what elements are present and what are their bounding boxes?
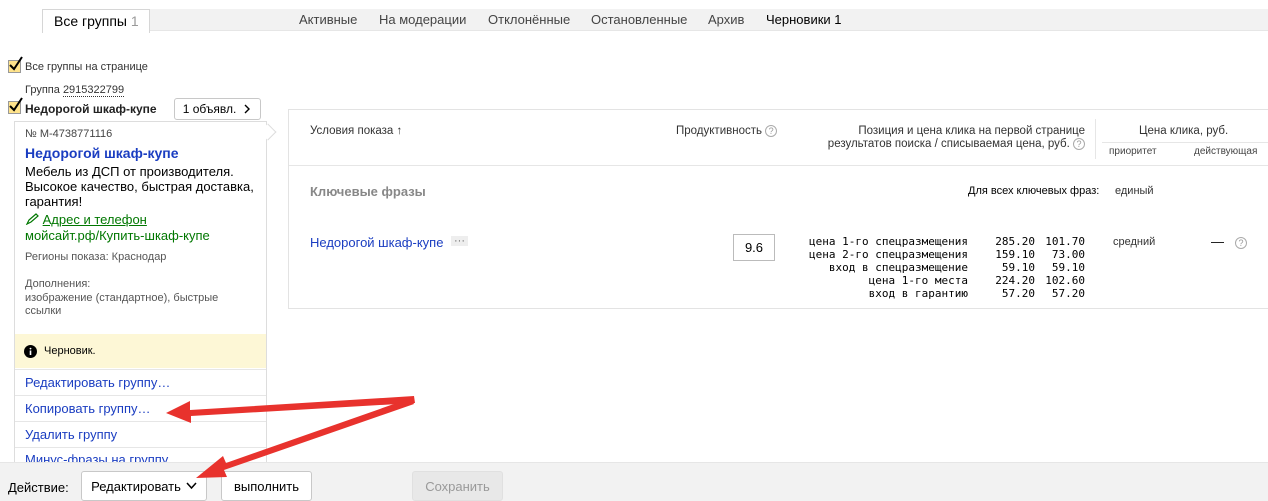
help-icon[interactable]: ? (1235, 237, 1247, 249)
ad-number: № M-4738771116 (25, 128, 113, 140)
group-name[interactable]: Недорогой шкаф-купе (25, 102, 157, 116)
all-phrases-value[interactable]: единый (1115, 185, 1154, 197)
ad-text: Мебель из ДСП от производителя. Высокое … (25, 164, 254, 209)
chevron-down-icon (186, 482, 197, 490)
select-all-label: Все группы на странице (25, 61, 148, 73)
bid-charged: 73.00 (1051, 248, 1085, 261)
group-status-tabs: Все группы 1 Активные На модерации Откло… (0, 0, 1268, 34)
bid-price: 59.10 (1001, 261, 1035, 274)
help-icon[interactable]: ? (1073, 138, 1085, 150)
bid-price: 285.20 (995, 235, 1035, 248)
ellipsis-icon[interactable]: ··· (451, 236, 468, 247)
bid-label: цена 1-го места (868, 274, 968, 287)
tab-active[interactable]: Активные (299, 12, 357, 27)
pencil-icon (25, 213, 39, 226)
bid-label: вход в гарантию (868, 287, 968, 300)
ad-extras: изображение (стандартное), быстрые ссылк… (25, 292, 219, 317)
draft-status-text: Черновик. (44, 345, 96, 357)
tab-moderation[interactable]: На модерации (379, 12, 466, 27)
delete-group-link[interactable]: Удалить группу (25, 427, 117, 442)
all-phrases-label: Для всех ключевых фраз: (968, 185, 1100, 197)
group-id: 2915322799 (62, 84, 125, 97)
bid-charged: 59.10 (1051, 261, 1085, 274)
info-icon (24, 345, 37, 358)
bid-label: вход в спецразмещение (828, 261, 968, 274)
tab-all-groups-count: 1 (130, 13, 139, 29)
col-effective-header: действующая (1194, 146, 1258, 157)
ad-title[interactable]: Недорогой шкаф-купе (25, 145, 179, 161)
divider (15, 369, 266, 370)
tab-all-groups-label: Все группы (54, 13, 127, 29)
arrow-up-icon: ↑ (396, 125, 403, 137)
bid-price: 159.10 (995, 248, 1035, 261)
save-button[interactable]: Сохранить (412, 471, 503, 501)
action-select[interactable]: Редактировать (81, 471, 207, 501)
priority-value[interactable]: средний (1113, 236, 1155, 248)
divider (15, 395, 266, 396)
group-id-label: Группа 2915322799 (25, 84, 125, 97)
action-label: Действие: (8, 480, 69, 495)
copy-group-link[interactable]: Копировать группу… (25, 401, 151, 416)
help-icon[interactable]: ? (765, 125, 778, 137)
productivity-input[interactable]: 9.6 (733, 234, 775, 261)
ads-count-button[interactable]: 1 объявл. (174, 98, 261, 120)
tab-drafts[interactable]: Черновики 1 (766, 12, 842, 27)
bid-label: цена 1-го спецразмещения (809, 235, 968, 248)
bid-charged: 101.70 (1045, 235, 1085, 248)
bid-price: 57.20 (1001, 287, 1035, 300)
bid-price: 224.20 (995, 274, 1035, 287)
tab-rejected[interactable]: Отклонённые (488, 12, 570, 27)
effective-value: — (1211, 234, 1224, 249)
col-position-header: Позиция и цена клика на первой странице … (827, 125, 1085, 151)
keyword-link[interactable]: Недорогой шкаф-купе (310, 235, 443, 250)
col-productivity-header: Продуктивность ? (676, 125, 778, 137)
bid-charged: 102.60 (1045, 274, 1085, 287)
chevron-right-icon (244, 104, 251, 114)
group-checkbox[interactable] (8, 97, 23, 114)
tab-all-groups[interactable]: Все группы 1 (42, 9, 150, 33)
select-all-checkbox[interactable] (8, 56, 23, 73)
divider (1102, 142, 1268, 143)
tab-archive[interactable]: Архив (708, 12, 744, 27)
divider (15, 447, 266, 448)
bid-charged: 57.20 (1051, 287, 1085, 300)
ad-url[interactable]: мойсайт.рф/Купить-шкаф-купе (25, 228, 210, 243)
execute-button[interactable]: выполнить (221, 471, 312, 501)
ad-contact-link[interactable]: Адрес и телефон (25, 212, 147, 227)
edit-group-link[interactable]: Редактировать группу… (25, 375, 170, 390)
ad-extras-label: Дополнения: (25, 278, 91, 290)
col-priority-header: приоритет (1109, 146, 1157, 157)
tab-stopped[interactable]: Остановленные (591, 12, 687, 27)
section-keywords-label: Ключевые фразы (310, 184, 426, 199)
col-price-header: Цена клика, руб. (1139, 125, 1229, 137)
bid-label: цена 2-го спецразмещения (809, 248, 968, 261)
col-conditions-header[interactable]: Условия показа ↑ (310, 125, 402, 137)
ad-regions: Регионы показа: Краснодар (25, 251, 167, 263)
divider (15, 421, 266, 422)
